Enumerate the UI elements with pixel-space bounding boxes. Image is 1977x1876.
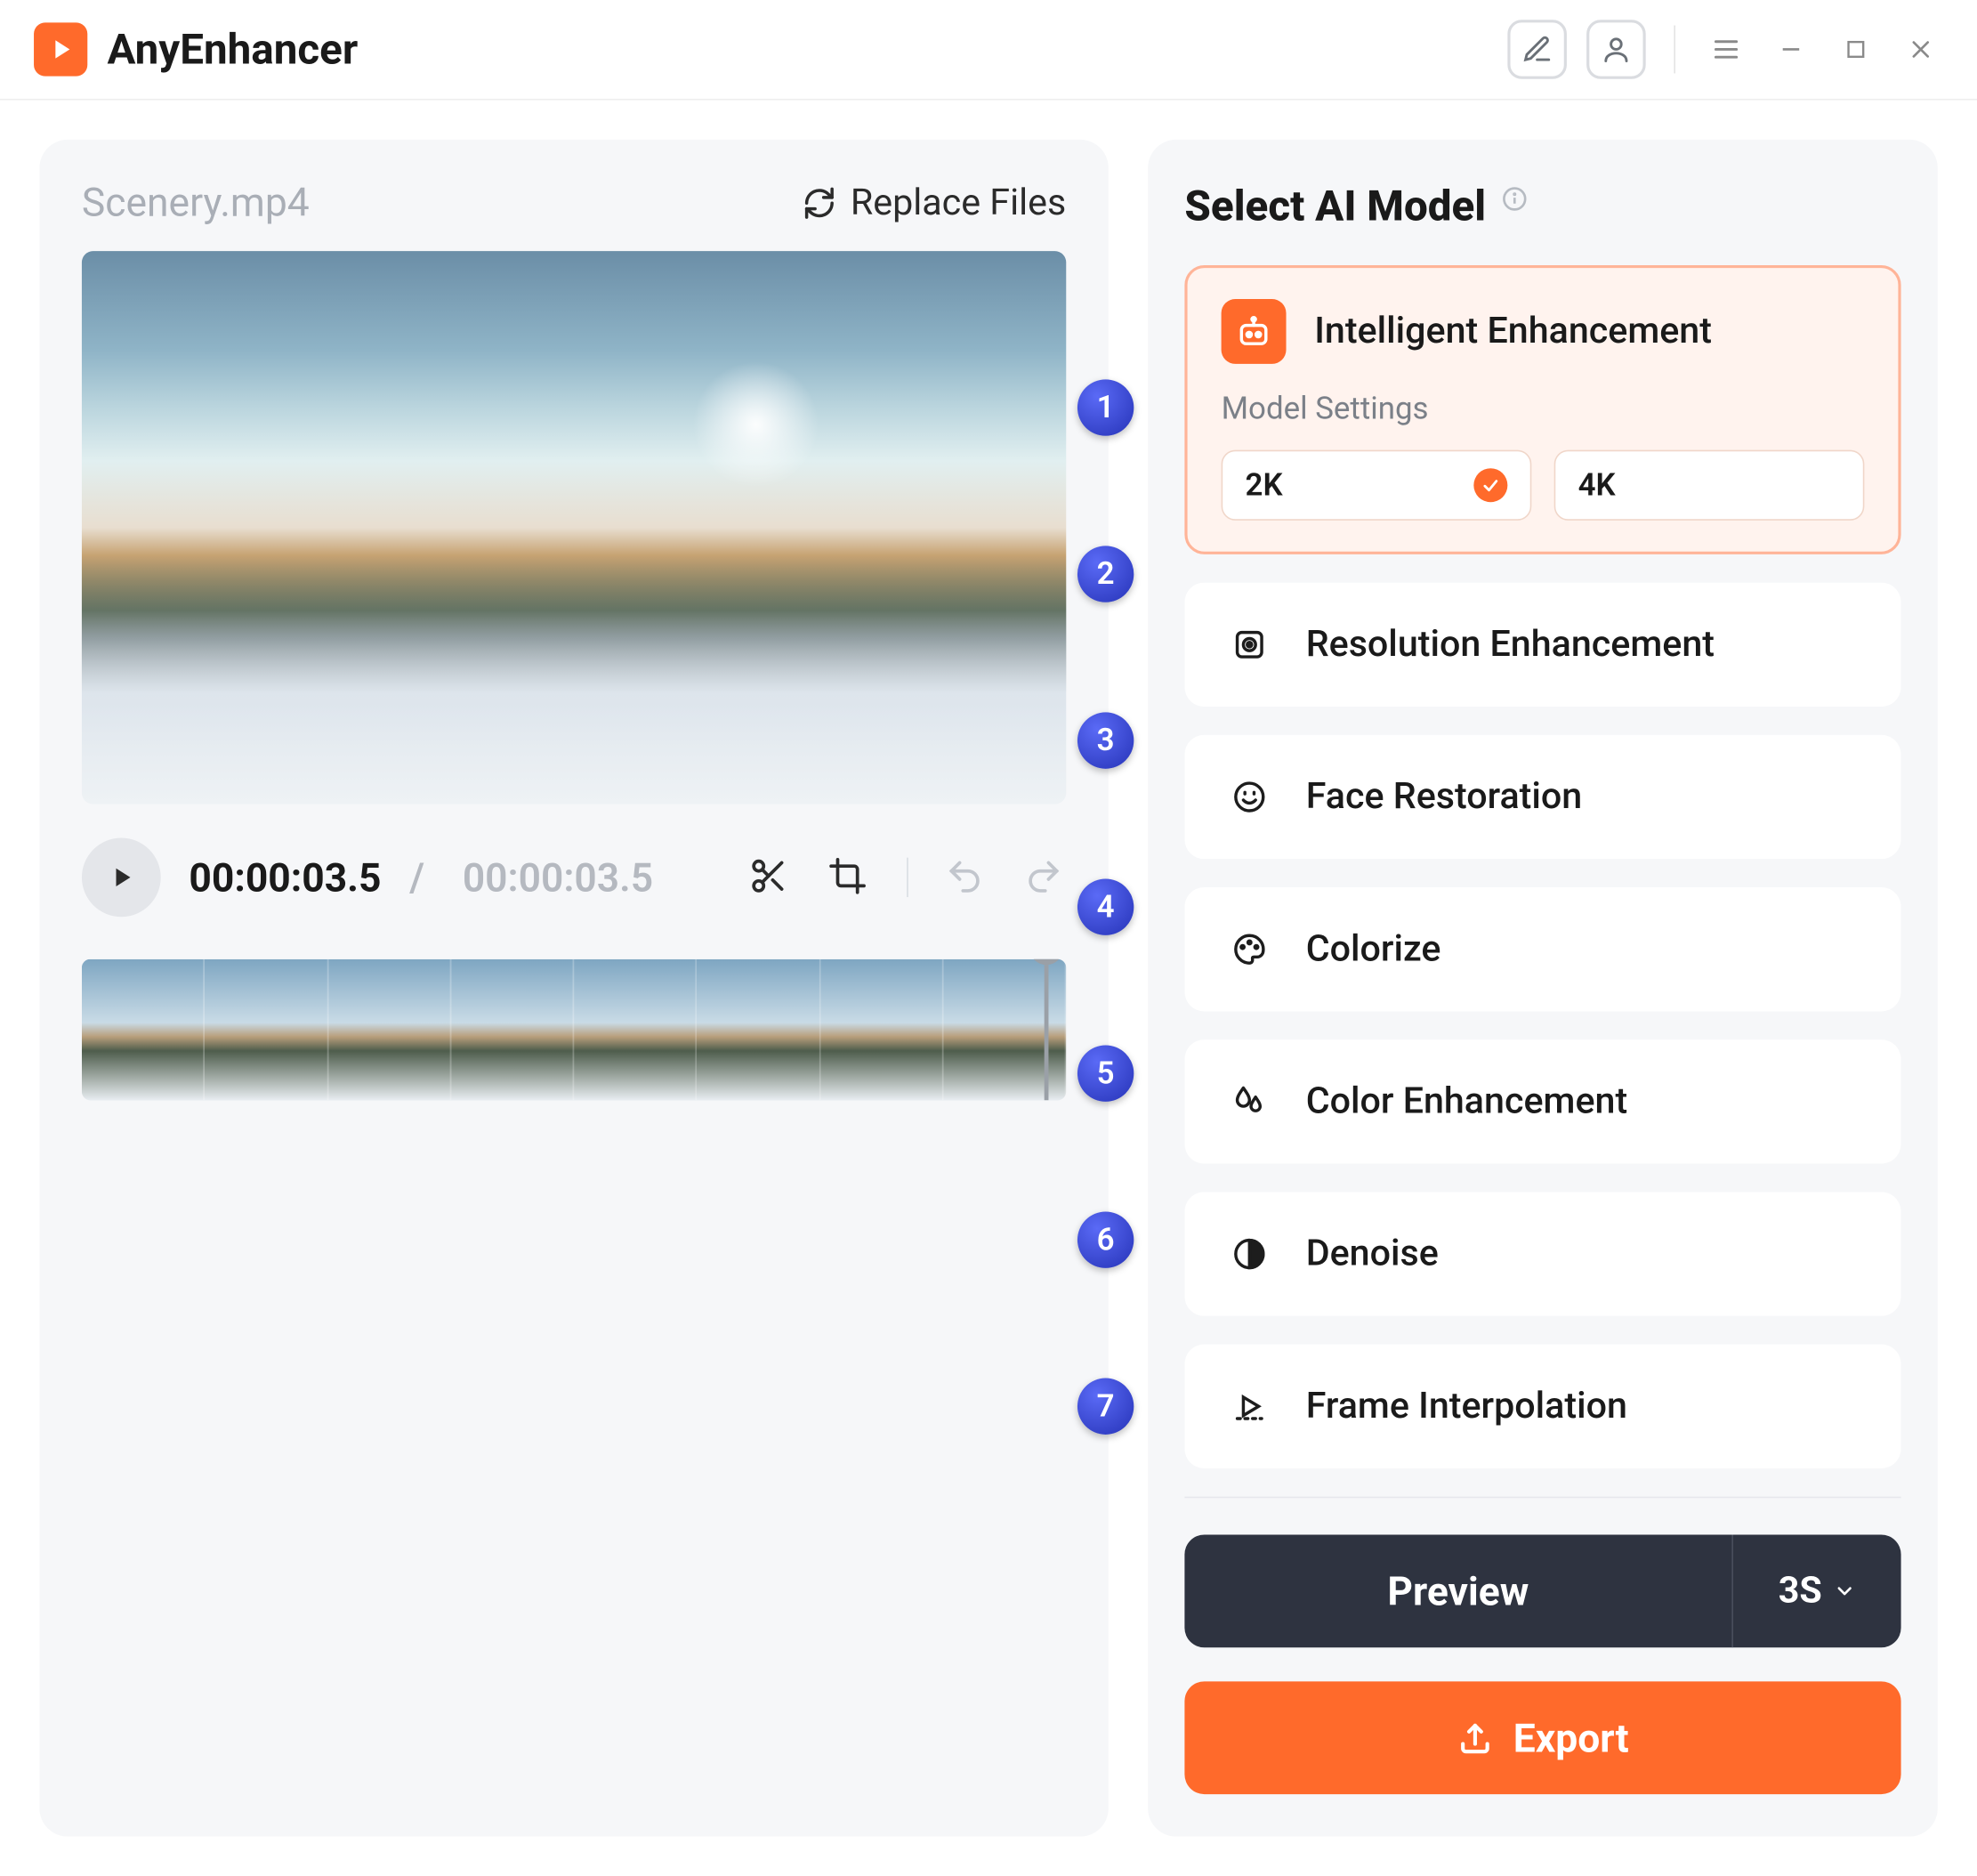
model-label: Face Restoration [1306,776,1583,819]
play-button[interactable] [82,838,161,918]
editor-panel: Scenery.mp4 Replace Files 00:00:03.5 / 00… [39,140,1108,1837]
replace-files-label: Replace Files [851,182,1066,224]
export-button[interactable]: Export [1184,1681,1900,1794]
replace-icon [803,185,836,219]
option-2k[interactable]: 2K [1222,450,1532,521]
chevron-down-icon [1833,1580,1855,1602]
model-settings-label: Model Settings [1222,392,1865,428]
user-icon [1601,34,1632,65]
timeline-thumb [328,959,451,1101]
preview-duration: 3S [1779,1570,1822,1613]
edit-icon [1521,34,1553,65]
maximize-icon [1844,36,1869,62]
preview-label: Preview [1387,1568,1529,1614]
time-sep: / [409,854,434,901]
step-badge-3: 3 [1077,712,1134,768]
app-name: AnyEnhancer [107,25,358,74]
model-label: Denoise [1306,1233,1439,1275]
robot-icon [1222,299,1287,364]
timeline-thumb [574,959,697,1101]
crop-button[interactable] [827,857,870,900]
divider [907,858,908,897]
contrast-icon [1222,1225,1278,1282]
option-4k-label: 4K [1578,467,1616,503]
timeline-thumb [820,959,943,1101]
step-badge-2: 2 [1077,546,1134,602]
timeline[interactable] [82,959,1066,1101]
play-icon [106,862,137,894]
model-label: Colorize [1306,928,1441,971]
app-logo-icon [34,22,87,76]
close-button[interactable] [1898,27,1943,72]
target-icon [1222,617,1278,673]
model-label: Color Enhancement [1306,1080,1627,1123]
model-label: Frame Interpolation [1306,1385,1627,1427]
frames-icon [1222,1379,1278,1435]
model-colorize[interactable]: Colorize [1184,887,1900,1011]
file-name: Scenery.mp4 [82,179,310,225]
option-4k[interactable]: 4K [1554,450,1865,521]
export-label: Export [1513,1715,1629,1761]
redo-icon [1024,857,1063,896]
time-current: 00:00:03.5 [189,854,381,901]
step-badge-1: 1 [1077,379,1134,435]
scissors-icon [749,857,788,896]
minimize-icon [1777,36,1805,64]
model-label: Resolution Enhancement [1306,624,1715,667]
palette-icon [1222,921,1278,977]
model-intelligent-enhancement[interactable]: Intelligent Enhancement Model Settings 2… [1184,265,1900,554]
redo-button[interactable] [1024,857,1067,900]
maximize-button[interactable] [1834,27,1879,72]
model-frame-interpolation[interactable]: Frame Interpolation [1184,1345,1900,1468]
app-header: AnyEnhancer [0,0,1977,101]
step-badge-5: 5 [1077,1045,1134,1101]
step-badge-4: 4 [1077,878,1134,934]
video-preview[interactable] [82,251,1066,805]
model-face-restoration[interactable]: Face Restoration [1184,735,1900,859]
time-total: 00:00:03.5 [463,854,653,901]
menu-icon [1711,34,1742,65]
playback-controls: 00:00:03.5 / 00:00:03.5 [82,838,1066,918]
step-badge-6: 6 [1077,1212,1134,1268]
replace-files-button[interactable]: Replace Files [803,182,1066,224]
check-icon [1473,468,1507,502]
preview-button[interactable]: Preview [1184,1534,1731,1647]
smile-icon [1222,769,1278,825]
minimize-button[interactable] [1769,27,1814,72]
timeline-thumb [82,959,205,1101]
step-badges: 1 2 3 4 5 6 7 [1077,379,1134,1435]
timeline-thumb [451,959,574,1101]
crop-icon [827,857,867,896]
edit-button[interactable] [1507,20,1567,79]
model-denoise[interactable]: Denoise [1184,1192,1900,1315]
model-resolution-enhancement[interactable]: Resolution Enhancement [1184,583,1900,707]
model-panel: Select AI Model Intelligent Enhancement … [1148,140,1938,1837]
option-2k-label: 2K [1246,467,1283,503]
preview-duration-select[interactable]: 3S [1731,1534,1900,1647]
step-badge-7: 7 [1077,1379,1134,1435]
droplets-icon [1222,1073,1278,1129]
divider [1674,26,1675,74]
model-color-enhancement[interactable]: Color Enhancement [1184,1039,1900,1163]
brand: AnyEnhancer [34,22,358,76]
header-controls [1507,20,1943,79]
export-icon [1457,1719,1493,1756]
info-icon[interactable] [1500,185,1529,214]
section-title: Select AI Model [1184,182,1486,230]
undo-button[interactable] [945,857,988,900]
cut-button[interactable] [749,857,792,900]
preview-bar: Preview 3S [1184,1534,1900,1647]
close-icon [1907,36,1935,64]
timeline-thumb [205,959,327,1101]
timeline-thumb [697,959,819,1101]
model-label: Intelligent Enhancement [1314,311,1712,353]
undo-icon [945,857,984,896]
menu-button[interactable] [1704,27,1749,72]
account-button[interactable] [1586,20,1646,79]
